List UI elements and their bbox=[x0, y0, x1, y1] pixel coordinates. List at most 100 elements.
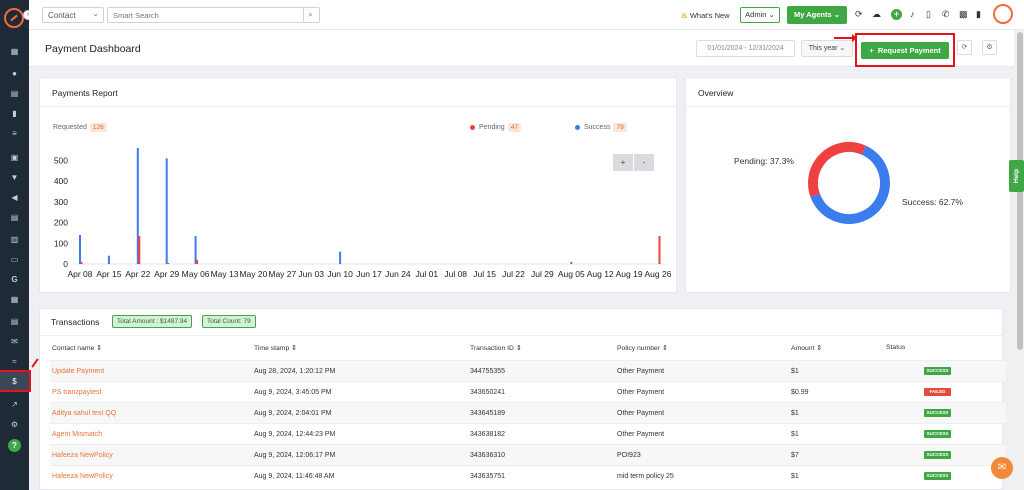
x-tick-label: Aug 12 bbox=[587, 269, 614, 279]
analytics-nav-icon[interactable]: ↗ bbox=[0, 395, 29, 413]
transaction-id-cell: 343645189 bbox=[470, 410, 506, 417]
overview-donut-chart: Pending: 37.3% Success: 62.7% bbox=[734, 142, 963, 224]
period-label: This year bbox=[808, 45, 838, 52]
contact-link[interactable]: Aditya sahul test QQ bbox=[52, 410, 116, 417]
x-tick-label: Jun 24 bbox=[385, 269, 411, 279]
handshake-nav-icon[interactable]: ≈ bbox=[0, 352, 29, 370]
template-nav-icon[interactable]: ▤ bbox=[0, 208, 29, 226]
documents-nav-icon[interactable]: ▤ bbox=[0, 84, 29, 102]
timestamp-cell: Aug 9, 2024, 11:46:48 AM bbox=[254, 473, 335, 480]
contact-link[interactable]: PS tranzpaytest bbox=[52, 389, 101, 396]
sort-icon[interactable]: ⇕ bbox=[516, 345, 522, 352]
bar-success bbox=[165, 158, 168, 264]
status-badge: SUCCESS bbox=[924, 472, 951, 480]
table-row[interactable]: PS tranzpaytest Aug 9, 2024, 3:45:05 PM … bbox=[50, 381, 1006, 402]
cloud-icon[interactable]: ☁ bbox=[872, 9, 881, 20]
divider bbox=[40, 335, 1002, 336]
bar-success bbox=[107, 255, 110, 264]
brand-logo-icon[interactable] bbox=[4, 8, 24, 28]
phone-icon[interactable]: ✆ bbox=[942, 9, 950, 20]
mobile-icon[interactable]: ▮ bbox=[976, 9, 981, 20]
table-row[interactable]: Aditya sahul test QQ Aug 9, 2024, 2:04:0… bbox=[50, 402, 1006, 423]
file-nav-icon[interactable]: ▮ bbox=[0, 104, 29, 122]
bell-icon[interactable]: ♪ bbox=[910, 9, 915, 19]
amount-cell: $1 bbox=[791, 431, 799, 438]
filter-nav-icon[interactable]: ▼ bbox=[0, 168, 29, 186]
column-header-timestamp[interactable]: Time stamp ⇕ bbox=[254, 344, 297, 352]
transaction-id-cell: 344755355 bbox=[470, 368, 506, 375]
chip-icon[interactable]: ▩ bbox=[959, 9, 968, 20]
y-tick-label: 100 bbox=[54, 238, 68, 248]
policy-cell: Other Payment bbox=[617, 410, 665, 417]
list-nav-icon[interactable]: ≡ bbox=[0, 124, 29, 142]
policy-cell: Other Payment bbox=[617, 389, 665, 396]
policy-cell: mid term policy 25 bbox=[617, 473, 674, 480]
my-agents-button[interactable]: My Agents ⌄ bbox=[787, 6, 847, 24]
admin-select[interactable]: Admin ⌄ bbox=[740, 7, 780, 23]
sort-icon[interactable]: ⇕ bbox=[96, 345, 102, 352]
bar-success bbox=[570, 261, 573, 264]
amount-cell: $1 bbox=[791, 410, 799, 417]
refresh-dashboard-icon[interactable]: ⟳ bbox=[957, 40, 972, 55]
column-header-status: Status bbox=[886, 344, 906, 351]
payments-nav-icon[interactable]: $ bbox=[0, 370, 31, 392]
sort-icon[interactable]: ⇕ bbox=[291, 345, 297, 352]
device-icon[interactable]: ▯ bbox=[926, 9, 931, 20]
contact-card-nav-icon[interactable]: ▣ bbox=[0, 148, 29, 166]
settings-icon[interactable]: ⚙ bbox=[982, 40, 997, 55]
table-row[interactable]: Hafeeza NewPolicy Aug 9, 2024, 12:06:17 … bbox=[50, 444, 1006, 465]
company-logo-icon[interactable] bbox=[993, 4, 1013, 24]
payments-report-card: Payments Report Requested 126 Pending 47 S… bbox=[39, 77, 677, 293]
table-row[interactable]: Agent Mismatch Aug 9, 2024, 12:44:23 PM … bbox=[50, 423, 1006, 444]
x-tick-label: Jul 22 bbox=[502, 269, 525, 279]
donut-pending-label: Pending: 37.3% bbox=[734, 156, 794, 166]
google-nav-icon[interactable]: G bbox=[0, 270, 29, 288]
policy-cell: POI923 bbox=[617, 452, 641, 459]
mail-nav-icon[interactable]: ✉ bbox=[0, 332, 29, 350]
reports-nav-icon[interactable]: ▥ bbox=[0, 230, 29, 248]
contact-link[interactable]: Hafeeza NewPolicy bbox=[52, 473, 113, 480]
y-tick-label: 300 bbox=[54, 197, 68, 207]
timestamp-cell: Aug 9, 2024, 12:06:17 PM bbox=[254, 452, 336, 459]
dashboard-nav-icon[interactable]: ▦ bbox=[0, 42, 29, 60]
table-row[interactable]: Hafeeza NewPolicy Aug 9, 2024, 11:46:48 … bbox=[50, 465, 1006, 486]
folder-nav-icon[interactable]: ▭ bbox=[0, 250, 29, 268]
contact-select[interactable]: Contact bbox=[42, 7, 104, 23]
add-icon[interactable]: + bbox=[891, 9, 902, 20]
calendar-nav-icon[interactable]: ▤ bbox=[0, 312, 29, 330]
x-tick-label: May 06 bbox=[182, 269, 210, 279]
smart-search-input[interactable] bbox=[107, 7, 304, 23]
x-tick-label: Aug 26 bbox=[645, 269, 672, 279]
bar-success bbox=[194, 236, 197, 264]
column-header-transaction-id[interactable]: Transaction ID ⇕ bbox=[470, 344, 522, 352]
calculator-nav-icon[interactable]: ▦ bbox=[0, 290, 29, 308]
contact-link[interactable]: Update Payment bbox=[52, 368, 104, 375]
sort-icon[interactable]: ⇕ bbox=[816, 345, 822, 352]
x-tick-label: Jun 10 bbox=[327, 269, 353, 279]
chat-icon[interactable]: ✉ bbox=[991, 457, 1013, 479]
search-icon[interactable]: ⌕ bbox=[302, 7, 320, 23]
help-circle-icon[interactable]: ? bbox=[8, 439, 21, 452]
column-label: Amount bbox=[791, 345, 815, 352]
contacts-nav-icon[interactable]: ● bbox=[0, 64, 29, 82]
page-scrollbar[interactable] bbox=[1016, 30, 1024, 490]
column-header-amount[interactable]: Amount ⇕ bbox=[791, 344, 822, 352]
column-header-contact[interactable]: Contact name ⇕ bbox=[52, 344, 102, 352]
period-select[interactable]: This year ⌄ bbox=[801, 40, 853, 57]
amount-cell: $7 bbox=[791, 452, 799, 459]
refresh-icon[interactable]: ⟳ bbox=[855, 9, 863, 20]
contact-link[interactable]: Hafeeza NewPolicy bbox=[52, 452, 113, 459]
date-range-picker[interactable]: 01/01/2024 - 12/31/2024 bbox=[696, 40, 795, 57]
help-tab[interactable]: Help bbox=[1009, 160, 1024, 192]
contact-link[interactable]: Agent Mismatch bbox=[52, 431, 102, 438]
payments-bar-chart: 0 100 200 300 400 500 Apr 08 Apr 15 Apr 22 Apr 29… bbox=[54, 148, 672, 279]
table-row[interactable]: Update Payment Aug 28, 2024, 1:20:12 PM … bbox=[50, 360, 1006, 381]
column-header-policy[interactable]: Policy number ⇕ bbox=[617, 344, 668, 352]
settings-nav-icon[interactable]: ⚙ bbox=[0, 415, 29, 433]
megaphone-nav-icon[interactable]: ◀ bbox=[0, 188, 29, 206]
whats-new-link[interactable]: ♨ What's New bbox=[681, 11, 730, 20]
request-payment-label: Request Payment bbox=[877, 46, 941, 55]
sort-icon[interactable]: ⇕ bbox=[662, 345, 668, 352]
column-label: Time stamp bbox=[254, 345, 290, 352]
request-payment-button[interactable]: + Request Payment bbox=[861, 42, 949, 59]
